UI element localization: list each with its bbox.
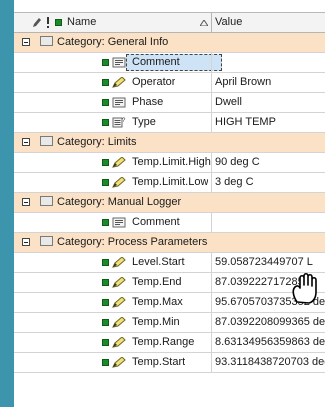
property-row[interactable]: Operator April Brown: [14, 73, 325, 93]
note-icon: [112, 97, 126, 108]
property-row[interactable]: Comment: [14, 213, 325, 233]
property-grid: Name Value Category: General Info Comment…: [14, 0, 325, 407]
toolbar-strip: [14, 0, 325, 13]
note-icon: [112, 217, 126, 228]
property-row[interactable]: Temp.Limit.High 90 deg C: [14, 153, 325, 173]
edit-pencil-icon[interactable]: [32, 17, 42, 28]
property-value[interactable]: 8.63134956359863 deg C: [215, 333, 325, 352]
category-row[interactable]: Category: Limits: [14, 133, 325, 153]
property-row[interactable]: Temp.Max95.6705703735352 deg C: [14, 293, 325, 313]
grid-cell-icon: [102, 119, 109, 126]
property-value[interactable]: 90 deg C: [215, 153, 325, 172]
property-value[interactable]: April Brown: [215, 73, 325, 92]
property-value[interactable]: 3 deg C: [215, 173, 325, 192]
property-row[interactable]: Level.Start 59.058723449707 L: [14, 253, 325, 273]
grid-cell-icon: [102, 159, 109, 166]
property-name: Temp.Limit.High: [132, 156, 211, 168]
category-icon: [40, 36, 53, 47]
value-column-header[interactable]: Value: [215, 13, 242, 32]
grid-cell-icon: [102, 179, 109, 186]
category-label: Category: General Info: [57, 36, 169, 48]
category-row[interactable]: Category: Process Parameters: [14, 233, 325, 253]
collapse-icon[interactable]: [22, 138, 30, 146]
category-label-wrap: Category: General Info: [40, 33, 168, 52]
grid-cell-icon: [102, 359, 109, 366]
grid-cell-icon: [102, 299, 109, 306]
category-icon: [40, 136, 53, 147]
grid-cell-icon: [102, 99, 109, 106]
property-name: Temp.Range: [132, 336, 195, 348]
property-name: Operator: [132, 76, 176, 88]
pencil-icon: [112, 176, 126, 188]
property-row[interactable]: Temp.End 87.0392227172852: [14, 273, 325, 293]
grid-cell-icon: [102, 259, 109, 266]
property-value[interactable]: HIGH TEMP: [215, 113, 325, 132]
pencil-icon: [112, 276, 126, 288]
property-value[interactable]: 93.3118438720703 deg C: [215, 353, 325, 372]
property-row[interactable]: Comment: [14, 53, 325, 73]
property-name: Type: [132, 116, 156, 128]
grid-cell-icon: [102, 219, 109, 226]
property-name: Comment: [132, 56, 180, 68]
grid-cell-icon: [102, 319, 109, 326]
rows-container: Category: General Info Comment Operator Apr…: [14, 33, 325, 373]
property-name: Temp.Limit.Low: [132, 176, 209, 188]
pencil-icon: [112, 76, 126, 88]
category-label: Category: Limits: [57, 136, 137, 148]
category-icon: [40, 196, 53, 207]
note-icon: [112, 57, 126, 68]
category-label-wrap: Category: Manual Logger: [40, 193, 181, 212]
property-name: Phase: [132, 96, 164, 108]
property-row[interactable]: Temp.Start 93.3118438720703 deg C: [14, 353, 325, 373]
sort-ascending-icon[interactable]: [200, 20, 208, 26]
collapse-icon[interactable]: [22, 238, 30, 246]
property-row[interactable]: Phase Dwell: [14, 93, 325, 113]
property-row[interactable]: Temp.Limit.Low 3 deg C: [14, 173, 325, 193]
grid-cell-icon: [102, 79, 109, 86]
grid-cell-icon: [102, 279, 109, 286]
pencil-icon: [112, 356, 126, 368]
property-value[interactable]: Dwell: [215, 93, 325, 112]
name-column-header[interactable]: Name: [67, 13, 96, 32]
property-name: Temp.Start: [132, 356, 186, 368]
property-row[interactable]: Temp.Min 87.0392208099365 deg C: [14, 313, 325, 333]
property-name: Comment: [132, 216, 180, 228]
hand-cursor-icon: [292, 272, 317, 304]
pencil-icon: [112, 296, 126, 308]
category-label-wrap: Category: Limits: [40, 133, 136, 152]
pencil-icon: [112, 156, 126, 168]
category-label: Category: Manual Logger: [57, 196, 182, 208]
property-name: Temp.Max: [132, 296, 183, 308]
list-query-icon: ?: [112, 117, 126, 128]
category-label-wrap: Category: Process Parameters: [40, 233, 207, 252]
collapse-icon[interactable]: [22, 198, 30, 206]
grid-toggle-icon[interactable]: [55, 19, 62, 26]
required-icon[interactable]: [45, 17, 51, 28]
property-name: Temp.End: [132, 276, 182, 288]
grid-cell-icon: [102, 339, 109, 346]
pencil-icon: [112, 336, 126, 348]
property-value[interactable]: [215, 53, 325, 72]
category-row[interactable]: Category: General Info: [14, 33, 325, 53]
property-name: Level.Start: [132, 256, 185, 268]
collapse-icon[interactable]: [22, 38, 30, 46]
property-row[interactable]: Temp.Range 8.63134956359863 deg C: [14, 333, 325, 353]
category-label: Category: Process Parameters: [57, 236, 208, 248]
pencil-icon: [112, 256, 126, 268]
property-row[interactable]: ? Type HIGH TEMP: [14, 113, 325, 133]
property-name: Temp.Min: [132, 316, 180, 328]
pencil-icon: [112, 316, 126, 328]
svg-text:?: ?: [122, 118, 126, 124]
grid-cell-icon: [102, 59, 109, 66]
grid-header: Name Value: [14, 13, 325, 33]
category-icon: [40, 236, 53, 247]
property-value[interactable]: 87.0392208099365 deg C: [215, 313, 325, 332]
category-row[interactable]: Category: Manual Logger: [14, 193, 325, 213]
property-value[interactable]: [215, 213, 325, 232]
